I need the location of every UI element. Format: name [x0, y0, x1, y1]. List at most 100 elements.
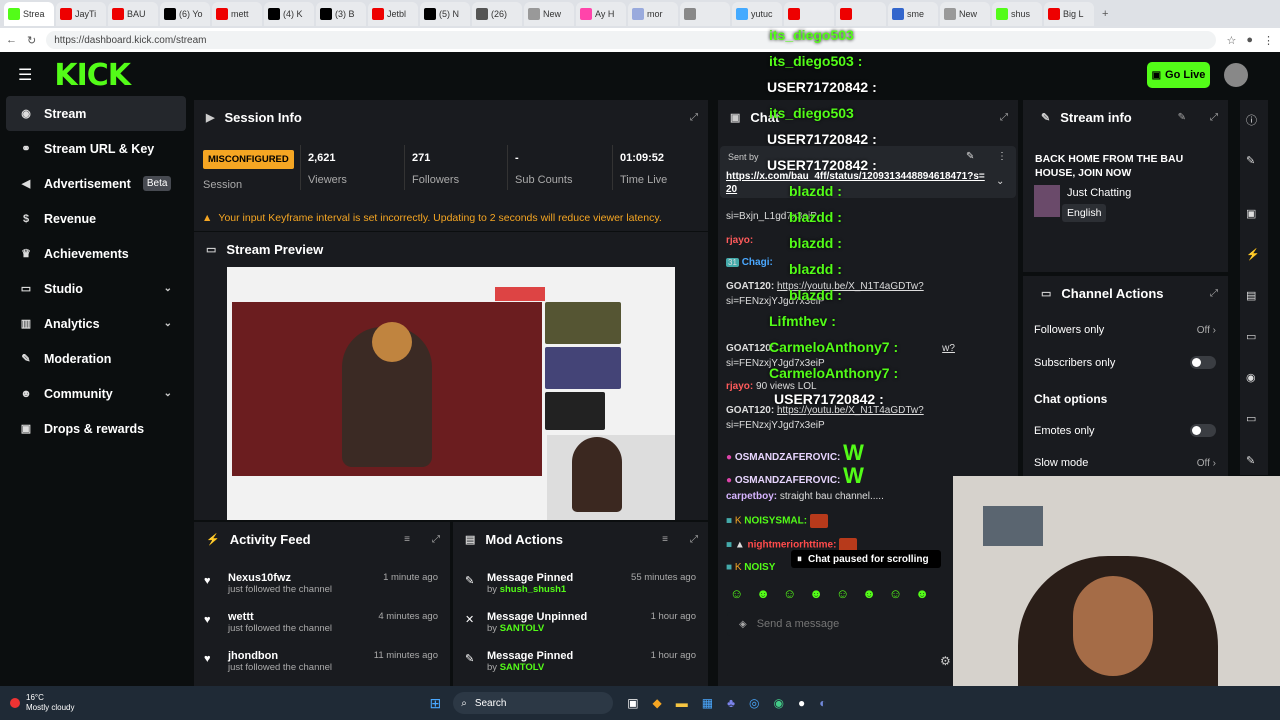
sidebar-item-studio[interactable]: ▭ Studio ⌄: [6, 271, 186, 306]
expand-icon[interactable]: ⤢: [1000, 112, 1008, 123]
chat-username[interactable]: NOISY: [744, 562, 775, 573]
browser-tab[interactable]: sme: [888, 2, 938, 26]
file-explorer-icon[interactable]: ▬: [676, 696, 688, 710]
expand-icon[interactable]: ⤢: [1210, 112, 1218, 123]
browser-tab[interactable]: New: [524, 2, 574, 26]
edge-icon[interactable]: ◎: [749, 696, 759, 710]
subscribers-only-toggle[interactable]: [1190, 356, 1216, 369]
browser-tab[interactable]: mett: [212, 2, 262, 26]
obs-icon[interactable]: ●: [798, 696, 805, 710]
chrome-icon[interactable]: ◉: [773, 696, 783, 710]
filter-icon[interactable]: ≡: [404, 534, 410, 545]
expand-icon[interactable]: ⤢: [690, 112, 698, 123]
chat-username[interactable]: nightmeriorhttime:: [748, 540, 837, 551]
task-view-icon[interactable]: ▣: [627, 696, 638, 710]
windows-start-icon[interactable]: ⊞: [429, 695, 441, 712]
emote-icon[interactable]: ☺: [783, 586, 796, 601]
browser-tab[interactable]: Strea: [4, 2, 54, 26]
browser-tab[interactable]: [836, 2, 886, 26]
store-icon[interactable]: ▦: [702, 696, 713, 710]
lightning-icon[interactable]: ⚡: [1246, 248, 1260, 261]
chat-input[interactable]: ◈: [727, 612, 955, 636]
browser-tab[interactable]: [784, 2, 834, 26]
hamburger-menu-icon[interactable]: ☰: [18, 65, 32, 85]
category-name[interactable]: Just Chatting: [1067, 187, 1131, 199]
chat-username[interactable]: Chagi:: [742, 257, 773, 268]
mod-user[interactable]: SANTOLV: [500, 623, 545, 634]
edit-icon[interactable]: ✎: [1246, 154, 1255, 167]
chat-username[interactable]: carpetboy:: [726, 491, 777, 502]
sidebar-item-stream[interactable]: ◉ Stream: [6, 96, 186, 131]
go-live-button[interactable]: ▣ Go Live: [1147, 62, 1210, 88]
browser-tab[interactable]: yutuc: [732, 2, 782, 26]
copilot-icon[interactable]: ◆: [653, 696, 662, 710]
channel-icon[interactable]: ▭: [1246, 412, 1256, 425]
expand-icon[interactable]: ⤢: [432, 534, 440, 545]
taskbar-search[interactable]: ⌕ Search: [453, 692, 614, 714]
browser-tab[interactable]: New: [940, 2, 990, 26]
pin-icon[interactable]: ✎: [966, 151, 974, 162]
reload-icon[interactable]: ↻: [27, 34, 36, 47]
chat-username[interactable]: NOISYSMAL:: [744, 516, 807, 527]
more-options-icon[interactable]: ⋮: [997, 151, 1007, 162]
message-input[interactable]: [756, 618, 927, 630]
category-thumbnail[interactable]: [1034, 185, 1060, 217]
browser-tab[interactable]: [680, 2, 730, 26]
edit-icon[interactable]: ✎: [1178, 112, 1186, 123]
chat-paused-notice[interactable]: ⏸ Chat paused for scrolling: [791, 550, 941, 568]
browser-tab[interactable]: (3) B: [316, 2, 366, 26]
sidebar-item-achievements[interactable]: ♛ Achievements: [6, 236, 186, 271]
profile-icon[interactable]: ●: [1246, 34, 1253, 46]
sidebar-item-advertisement[interactable]: ◀ Advertisement Beta: [6, 166, 186, 201]
sidebar-item-community[interactable]: ☻ Community ⌄: [6, 376, 186, 411]
browser-tab[interactable]: mor: [628, 2, 678, 26]
sidebar-item-analytics[interactable]: ▥ Analytics ⌄: [6, 306, 186, 341]
mod-user[interactable]: shush_shush1: [500, 584, 567, 595]
browser-tab[interactable]: Big L: [1044, 2, 1094, 26]
stream-preview-video[interactable]: [227, 267, 675, 520]
sidebar-item-moderation[interactable]: ✎ Moderation: [6, 341, 186, 376]
chat-username[interactable]: GOAT120:: [726, 343, 774, 354]
browser-tab[interactable]: BAU: [108, 2, 158, 26]
browser-tab[interactable]: (26): [472, 2, 522, 26]
chat-username[interactable]: GOAT120:: [726, 405, 774, 416]
menu-dots-icon[interactable]: ⋮: [1263, 34, 1274, 47]
user-avatar[interactable]: [1224, 63, 1248, 87]
filter-icon[interactable]: ≡: [662, 534, 668, 545]
kick-logo[interactable]: KICK: [54, 58, 131, 93]
emote-icon[interactable]: ☺: [730, 586, 743, 601]
window-icon[interactable]: ▣: [1246, 207, 1256, 220]
mod-user[interactable]: SANTOLV: [500, 662, 545, 673]
back-icon[interactable]: ←: [6, 34, 17, 46]
chat-username[interactable]: rjayo:: [726, 235, 753, 246]
sidebar-item-revenue[interactable]: $ Revenue: [6, 201, 186, 236]
gear-icon[interactable]: ⚙: [940, 654, 951, 668]
new-tab-icon[interactable]: +: [1102, 8, 1108, 20]
browser-tab[interactable]: JayTi: [56, 2, 106, 26]
browser-tab[interactable]: Ay H: [576, 2, 626, 26]
chat-link[interactable]: w?: [942, 343, 955, 354]
emotes-only-toggle[interactable]: [1190, 424, 1216, 437]
info-icon[interactable]: ⓘ: [1246, 112, 1257, 128]
wrench-icon[interactable]: ✎: [1246, 454, 1255, 467]
play-circle-icon[interactable]: ◉: [1246, 371, 1256, 384]
chat-username[interactable]: GOAT120:: [726, 281, 774, 292]
teams-icon[interactable]: ♣: [727, 696, 735, 710]
list-icon[interactable]: ▤: [1246, 289, 1256, 302]
expand-icon[interactable]: ⤢: [1210, 288, 1218, 299]
chat-username[interactable]: OSMANDZAFEROVIC:: [735, 475, 841, 486]
emote-icon[interactable]: ☻: [809, 586, 823, 601]
emote-icon[interactable]: ☻: [862, 586, 876, 601]
chat-bubble-icon[interactable]: ▭: [1246, 330, 1256, 343]
slow-mode-setting[interactable]: Slow mode Off ›: [1034, 457, 1216, 469]
browser-tab[interactable]: (5) N: [420, 2, 470, 26]
browser-tab[interactable]: Jetbl: [368, 2, 418, 26]
browser-tab[interactable]: (6) Yo: [160, 2, 210, 26]
emote-icon[interactable]: ☺: [836, 586, 849, 601]
discord-icon[interactable]: ◐: [819, 696, 826, 710]
browser-tab[interactable]: shus: [992, 2, 1042, 26]
url-input[interactable]: https://dashboard.kick.com/stream: [46, 31, 1217, 49]
chat-username[interactable]: rjayo:: [726, 381, 753, 392]
emote-icon[interactable]: ☻: [756, 586, 770, 601]
sidebar-item-stream-url-key[interactable]: ⚭ Stream URL & Key: [6, 131, 186, 166]
